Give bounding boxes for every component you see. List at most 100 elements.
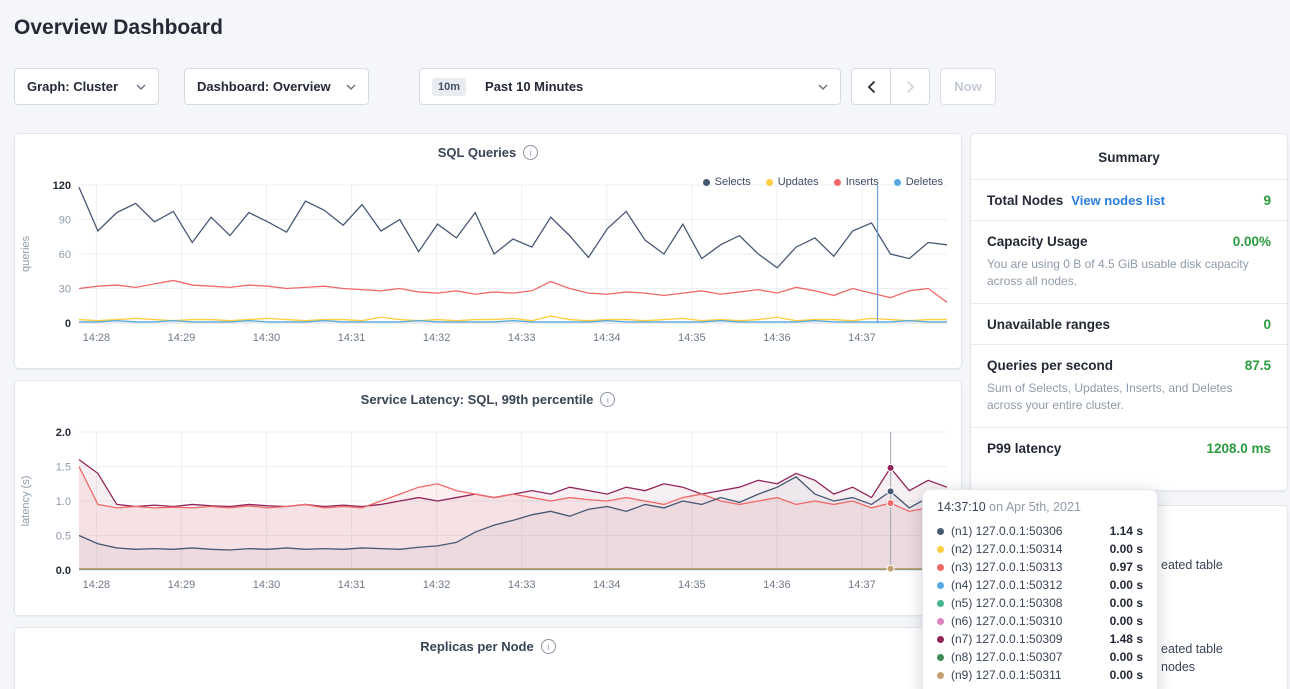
- svg-text:14:29: 14:29: [168, 579, 196, 591]
- tooltip-node-value: 1.14 s: [1110, 524, 1143, 538]
- tooltip-row: (n5) 127.0.0.1:503080.00 s: [937, 594, 1143, 612]
- summary-row-total-nodes: Total Nodes View nodes list 9: [971, 179, 1287, 220]
- dashboard-dropdown-label: Dashboard: Overview: [197, 79, 331, 94]
- time-prev-button[interactable]: [851, 68, 891, 105]
- summary-panel: Summary Total Nodes View nodes list 9 Ca…: [970, 133, 1288, 491]
- toolbar: Graph: Cluster Dashboard: Overview 10m P…: [14, 68, 1290, 105]
- chart-title-row: Service Latency: SQL, 99th percentile i: [15, 381, 961, 403]
- tooltip-row: (n3) 127.0.0.1:503130.97 s: [937, 558, 1143, 576]
- legend-item[interactable]: Updates: [766, 176, 819, 188]
- tooltip-node-address: (n7) 127.0.0.1:50309: [951, 632, 1110, 646]
- tooltip-node-value: 0.00 s: [1110, 578, 1143, 592]
- tooltip-row: (n7) 127.0.0.1:503091.48 s: [937, 630, 1143, 648]
- legend-dot-icon: [766, 179, 773, 186]
- time-next-button[interactable]: [890, 68, 930, 105]
- svg-text:30: 30: [59, 284, 71, 296]
- svg-text:queries: queries: [20, 235, 32, 272]
- chart-tooltip: 14:37:10 on Apr 5th, 2021 (n1) 127.0.0.1…: [922, 489, 1158, 689]
- summary-title: Summary: [971, 134, 1287, 179]
- dashboard-dropdown[interactable]: Dashboard: Overview: [184, 68, 369, 105]
- event-item-text: nodes: [1161, 660, 1195, 674]
- tooltip-time: 14:37:10: [937, 500, 986, 514]
- time-range-dropdown[interactable]: 10m Past 10 Minutes: [419, 68, 841, 105]
- summary-value: 0: [1263, 317, 1271, 332]
- summary-value: 0.00%: [1233, 234, 1271, 249]
- tooltip-node-value: 0.00 s: [1110, 650, 1143, 664]
- time-nav-arrows: [851, 68, 930, 105]
- chevron-right-icon: [906, 80, 915, 94]
- legend-item[interactable]: Inserts: [834, 176, 879, 188]
- view-nodes-list-link[interactable]: View nodes list: [1071, 193, 1165, 208]
- chart-title-row: Replicas per Node i: [15, 628, 961, 650]
- tooltip-node-value: 1.48 s: [1110, 632, 1143, 646]
- summary-label: Capacity Usage: [987, 234, 1088, 249]
- tooltip-node-value: 0.00 s: [1110, 596, 1143, 610]
- tooltip-node-address: (n3) 127.0.0.1:50313: [951, 560, 1110, 574]
- legend-item[interactable]: Deletes: [894, 176, 943, 188]
- svg-text:14:31: 14:31: [338, 332, 366, 344]
- info-icon[interactable]: i: [600, 392, 615, 407]
- charts-column: SQL Queries i Selects Updates Inserts Delet…: [14, 133, 962, 689]
- legend-dot-icon: [703, 179, 710, 186]
- node-color-dot-icon: [937, 546, 944, 553]
- info-icon[interactable]: i: [541, 639, 556, 654]
- now-button[interactable]: Now: [940, 68, 996, 105]
- chart-title: Service Latency: SQL, 99th percentile: [361, 392, 594, 407]
- svg-text:90: 90: [59, 215, 71, 227]
- svg-text:14:33: 14:33: [508, 332, 536, 344]
- summary-subtext: You are using 0 B of 4.5 GiB usable disk…: [987, 256, 1271, 291]
- node-color-dot-icon: [937, 564, 944, 571]
- tooltip-node-address: (n1) 127.0.0.1:50306: [951, 524, 1110, 538]
- chart-title: Replicas per Node: [420, 639, 533, 654]
- time-range-label: Past 10 Minutes: [485, 79, 583, 94]
- service-latency-chart[interactable]: 0.00.51.01.52.014:2814:2914:3014:3114:32…: [15, 424, 962, 596]
- svg-text:latency (s): latency (s): [20, 476, 32, 527]
- legend-item[interactable]: Selects: [703, 176, 751, 188]
- summary-value: 87.5: [1245, 358, 1271, 373]
- graph-dropdown[interactable]: Graph: Cluster: [14, 68, 159, 105]
- event-item-text: eated table: [1161, 642, 1223, 656]
- chart-title-row: SQL Queries i: [15, 134, 961, 156]
- svg-text:14:32: 14:32: [423, 579, 451, 591]
- node-color-dot-icon: [937, 672, 944, 679]
- svg-text:14:32: 14:32: [423, 332, 451, 344]
- overview-dashboard-page: { "page": { "title": "Overview Dashboard…: [0, 16, 1290, 689]
- chevron-down-icon: [818, 84, 828, 90]
- tooltip-node-value: 0.00 s: [1110, 542, 1143, 556]
- chevron-down-icon: [346, 84, 356, 90]
- page-title: Overview Dashboard: [14, 16, 1290, 40]
- summary-value: 1208.0 ms: [1206, 441, 1271, 456]
- svg-text:14:29: 14:29: [168, 332, 196, 344]
- sql-queries-chart[interactable]: 030609012014:2814:2914:3014:3114:3214:33…: [15, 177, 962, 349]
- tooltip-node-address: (n4) 127.0.0.1:50312: [951, 578, 1110, 592]
- svg-text:14:37: 14:37: [848, 332, 876, 344]
- tooltip-node-address: (n9) 127.0.0.1:50311: [951, 668, 1110, 682]
- svg-text:1.5: 1.5: [56, 462, 71, 474]
- tooltip-node-value: 0.00 s: [1110, 614, 1143, 628]
- tooltip-row: (n8) 127.0.0.1:503070.00 s: [937, 648, 1143, 666]
- svg-text:120: 120: [53, 180, 71, 192]
- graph-dropdown-label: Graph: Cluster: [27, 79, 118, 94]
- tooltip-row: (n9) 127.0.0.1:503110.00 s: [937, 666, 1143, 684]
- tooltip-timestamp: 14:37:10 on Apr 5th, 2021: [937, 500, 1143, 514]
- svg-text:14:37: 14:37: [848, 579, 876, 591]
- service-latency-panel: Service Latency: SQL, 99th percentile i …: [14, 380, 962, 616]
- tooltip-row: (n6) 127.0.0.1:503100.00 s: [937, 612, 1143, 630]
- chart-legend: Selects Updates Inserts Deletes: [703, 176, 943, 188]
- tooltip-row: (n1) 127.0.0.1:503061.14 s: [937, 522, 1143, 540]
- summary-value: 9: [1263, 193, 1271, 208]
- event-item-text: eated table: [1161, 558, 1223, 572]
- summary-label: Queries per second: [987, 358, 1113, 373]
- svg-text:14:33: 14:33: [508, 579, 536, 591]
- tooltip-node-address: (n5) 127.0.0.1:50308: [951, 596, 1110, 610]
- svg-text:14:34: 14:34: [593, 579, 621, 591]
- svg-text:0: 0: [65, 318, 71, 330]
- svg-text:14:35: 14:35: [678, 332, 706, 344]
- tooltip-node-address: (n6) 127.0.0.1:50310: [951, 614, 1110, 628]
- tooltip-row: (n2) 127.0.0.1:503140.00 s: [937, 540, 1143, 558]
- summary-row-unavailable-ranges: Unavailable ranges 0: [971, 303, 1287, 344]
- tooltip-date: on Apr 5th, 2021: [989, 500, 1081, 514]
- chart-title: SQL Queries: [438, 145, 517, 160]
- tooltip-node-address: (n2) 127.0.0.1:50314: [951, 542, 1110, 556]
- info-icon[interactable]: i: [523, 145, 538, 160]
